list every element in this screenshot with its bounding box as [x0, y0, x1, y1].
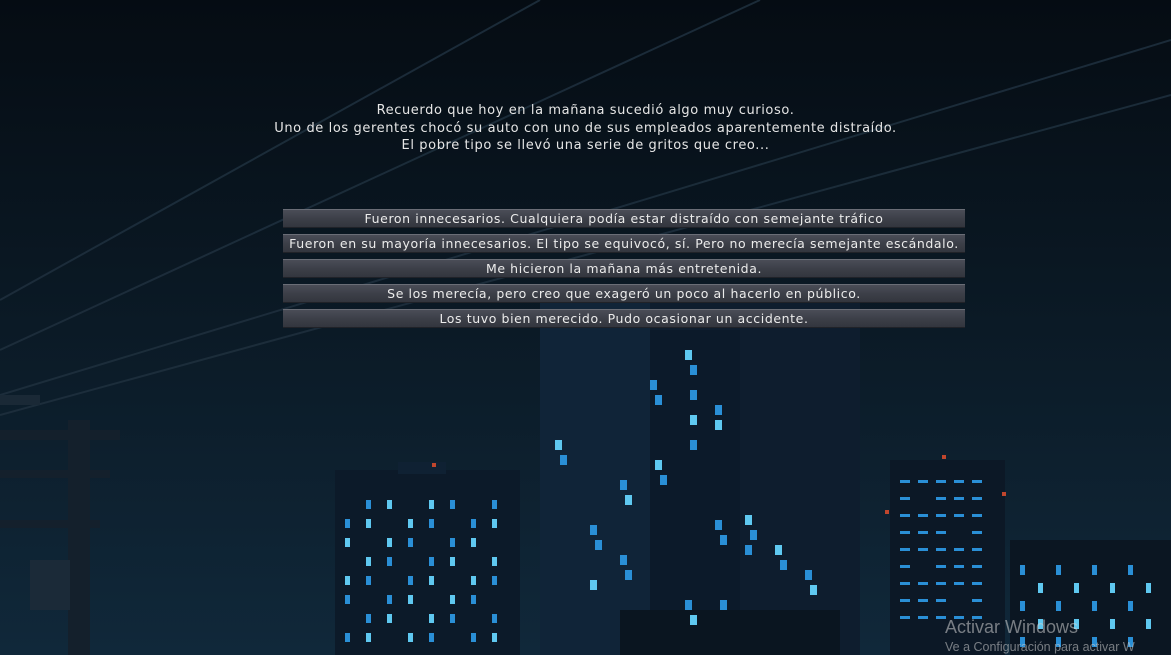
- dialogue-line: El pobre tipo se llevó una serie de grit…: [401, 138, 770, 153]
- choice-button-5[interactable]: Los tuvo bien merecido. Pudo ocasionar u…: [283, 309, 965, 328]
- game-scene: Recuerdo que hoy en la mañana sucedió al…: [0, 0, 1171, 655]
- watermark-subtitle: Ve a Configuración para activar W: [945, 640, 1135, 654]
- choice-button-1[interactable]: Fueron innecesarios. Cualquiera podía es…: [283, 209, 965, 228]
- choice-menu: Fueron innecesarios. Cualquiera podía es…: [283, 209, 965, 334]
- dialogue-line: Uno de los gerentes chocó su auto con un…: [274, 120, 897, 136]
- choice-button-3[interactable]: Me hicieron la mañana más entretenida.: [283, 259, 965, 278]
- choice-button-2[interactable]: Fueron en su mayoría innecesarios. El ti…: [283, 234, 965, 253]
- windows-activation-watermark: Activar Windows Ve a Configuración para …: [945, 617, 1135, 655]
- building-center: [540, 300, 860, 655]
- watermark-title: Activar Windows: [945, 617, 1079, 637]
- choice-button-4[interactable]: Se los merecía, pero creo que exageró un…: [283, 284, 965, 303]
- foreground-roof: [620, 610, 840, 655]
- dialogue-line: Recuerdo que hoy en la mañana sucedió al…: [376, 103, 795, 118]
- dialogue-text: Recuerdo que hoy en la mañana sucedió al…: [0, 102, 1171, 155]
